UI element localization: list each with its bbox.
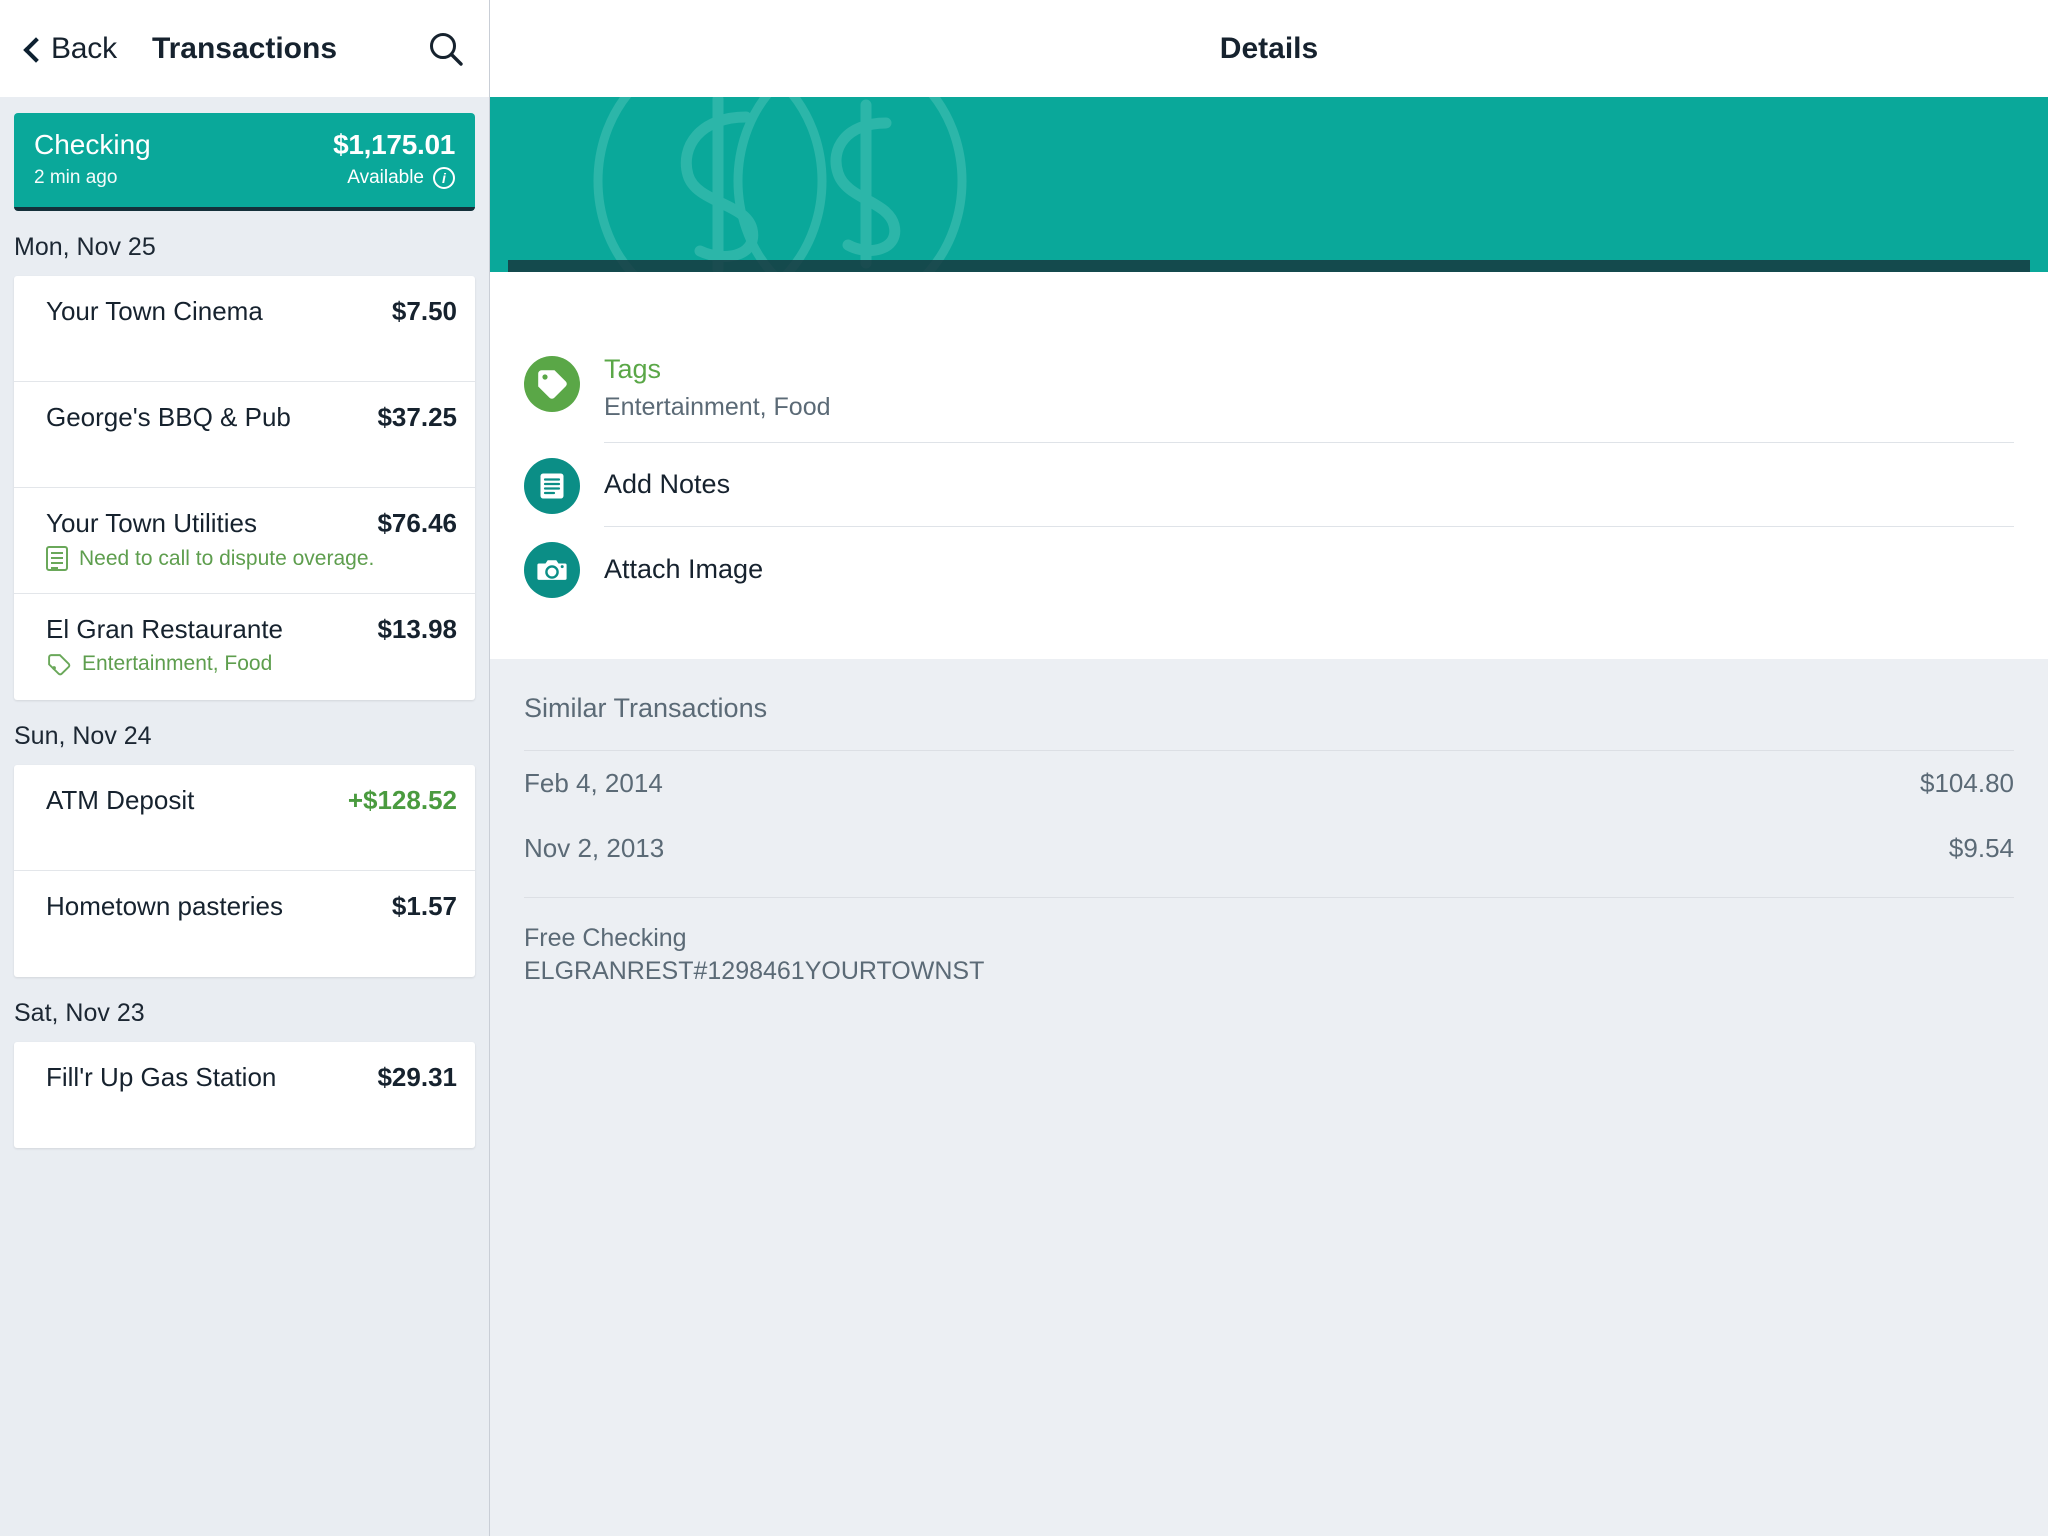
account-updated: 2 min ago <box>34 167 118 188</box>
table-row[interactable]: El Gran Restaurante $13.98 Entertainment, … <box>14 594 475 700</box>
transaction-main: Your Town Cinema $7.50 <box>46 296 457 327</box>
similar-transactions-title: Similar Transactions <box>524 693 768 723</box>
detail-body-attach-image: Attach Image <box>604 527 2014 611</box>
similar-transactions-section: Similar Transactions Feb 4, 2014 $104.80 N… <box>490 659 2048 1536</box>
account-balance: $1,175.01 <box>333 129 455 160</box>
account-summary-card[interactable]: Checking $1,175.01 2 min ago Available i <box>14 113 475 211</box>
details-header: Details <box>490 0 2048 97</box>
detail-row-add-notes[interactable]: Add Notes <box>490 443 2048 527</box>
camera-glyph-icon <box>537 560 567 580</box>
note-icon <box>524 458 580 514</box>
details-hero: El Gran Restaurante $13.98 Nov 25 <box>490 97 2048 272</box>
back-button-label: Back <box>51 31 117 65</box>
transaction-group: Fill'r Up Gas Station $29.31 <box>14 1042 475 1148</box>
account-descriptor: ELGRANREST#1298461YOURTOWNST <box>524 957 985 985</box>
detail-title-add-notes: Add Notes <box>604 469 731 499</box>
transaction-amount: $29.31 <box>377 1062 457 1092</box>
transaction-main: El Gran Restaurante $13.98 <box>46 614 457 645</box>
account-primary-row: Checking $1,175.01 <box>34 129 455 161</box>
transaction-main: Hometown pasteries $1.57 <box>46 891 457 922</box>
transaction-name: ATM Deposit <box>46 785 195 815</box>
similar-transaction-amount: $9.54 <box>1948 833 2014 863</box>
account-info-block: Free Checking ELGRANREST#1298461YOURTOWN… <box>490 898 2048 988</box>
detail-body-tags: Tags Entertainment, Food <box>604 354 2014 443</box>
transaction-groups: Mon, Nov 25 Your Town Cinema $7.50 George's… <box>0 211 489 1148</box>
transaction-date-header: Mon, Nov 25 <box>14 233 156 261</box>
transaction-main: George's BBQ & Pub $37.25 <box>46 402 457 433</box>
detail-title-attach-image: Attach Image <box>604 553 764 584</box>
chevron-left-icon <box>22 39 42 59</box>
transaction-name: Your Town Cinema <box>46 296 263 326</box>
transaction-amount: +$128.52 <box>347 785 457 815</box>
back-button[interactable]: Back <box>22 32 117 66</box>
tag-icon <box>524 356 580 412</box>
transaction-main: Your Town Utilities $76.46 <box>46 508 457 539</box>
transaction-group: ATM Deposit +$128.52 Hometown pasteries $1.… <box>14 765 475 977</box>
similar-transaction-row[interactable]: Nov 2, 2013 $9.54 <box>524 816 2014 881</box>
note-icon <box>46 546 68 571</box>
similar-transaction-date: Feb 4, 2014 <box>524 768 663 798</box>
table-row[interactable]: George's BBQ & Pub $37.25 <box>14 382 475 488</box>
transaction-date-header: Sun, Nov 24 <box>14 722 152 750</box>
search-icon <box>430 32 463 66</box>
similar-transaction-amount: $104.80 <box>1920 768 2014 798</box>
table-row[interactable]: Hometown pasteries $1.57 <box>14 871 475 977</box>
tag-icon <box>46 653 71 676</box>
similar-transactions-list: Feb 4, 2014 $104.80 Nov 2, 2013 $9.54 <box>524 750 2014 881</box>
table-row[interactable]: Your Town Utilities $76.46 Need to call to… <box>14 488 475 594</box>
detail-title-tags: Tags <box>604 354 662 384</box>
transaction-main: ATM Deposit +$128.52 <box>46 785 457 816</box>
note-glyph-icon <box>540 473 564 499</box>
transaction-name: Your Town Utilities <box>46 508 257 538</box>
details-pane: Details El Gran Restaurante $13.98 <box>490 0 2048 1536</box>
transactions-scroll[interactable]: Checking $1,175.01 2 min ago Available i… <box>0 97 489 1536</box>
transaction-name: George's BBQ & Pub <box>46 402 291 432</box>
table-row[interactable]: Your Town Cinema $7.50 <box>14 276 475 382</box>
camera-icon <box>524 542 580 598</box>
details-title: Details <box>1219 31 1319 65</box>
search-button[interactable] <box>425 28 467 70</box>
detail-row-tags[interactable]: Tags Entertainment, Food <box>490 354 2048 443</box>
currency-watermark-icon <box>593 97 967 272</box>
transaction-amount: $76.46 <box>377 508 457 538</box>
detail-body-add-notes: Add Notes <box>604 443 2014 527</box>
account-available: Available i <box>347 167 455 189</box>
detail-row-attach-image[interactable]: Attach Image <box>490 527 2048 611</box>
transactions-pane: Back Transactions Checking $1,175.01 2 m… <box>0 0 490 1536</box>
transaction-amount: $13.98 <box>377 614 457 644</box>
transaction-amount: $7.50 <box>391 296 457 326</box>
details-actions-card: Tags Entertainment, Food Add Notes Attac… <box>490 272 2048 659</box>
transaction-main: Fill'r Up Gas Station $29.31 <box>46 1062 457 1093</box>
transaction-amount: $1.57 <box>391 891 457 921</box>
transaction-name: Fill'r Up Gas Station <box>46 1062 277 1092</box>
table-row[interactable]: ATM Deposit +$128.52 <box>14 765 475 871</box>
transaction-amount: $37.25 <box>377 402 457 432</box>
account-name: Checking <box>34 129 151 160</box>
transaction-name: El Gran Restaurante <box>46 614 284 644</box>
account-available-label: Available <box>347 167 424 188</box>
similar-transaction-date: Nov 2, 2013 <box>524 833 665 863</box>
transaction-date-header: Sat, Nov 23 <box>14 999 145 1027</box>
transaction-group: Your Town Cinema $7.50 George's BBQ & Pub $… <box>14 276 475 700</box>
similar-transaction-row[interactable]: Feb 4, 2014 $104.80 <box>524 751 2014 816</box>
table-row[interactable]: Fill'r Up Gas Station $29.31 <box>14 1042 475 1148</box>
transaction-subtext-label: Entertainment, Food <box>82 652 273 675</box>
transaction-name: Hometown pasteries <box>46 891 283 921</box>
transaction-subtext: Need to call to dispute overage. <box>46 546 457 571</box>
app-root: Back Transactions Checking $1,175.01 2 m… <box>0 0 2048 1536</box>
detail-value-tags: Entertainment, Food <box>604 393 831 421</box>
transaction-subtext-label: Need to call to dispute overage. <box>79 546 375 570</box>
transaction-subtext: Entertainment, Food <box>46 652 457 676</box>
account-product-name: Free Checking <box>524 924 687 952</box>
account-secondary-row: 2 min ago Available i <box>34 167 455 189</box>
transactions-header: Back Transactions <box>0 0 489 97</box>
tag-glyph-icon <box>538 370 567 399</box>
info-icon[interactable]: i <box>433 167 455 189</box>
transaction-hero-bar: El Gran Restaurante $13.98 Nov 25 <box>508 260 2030 272</box>
